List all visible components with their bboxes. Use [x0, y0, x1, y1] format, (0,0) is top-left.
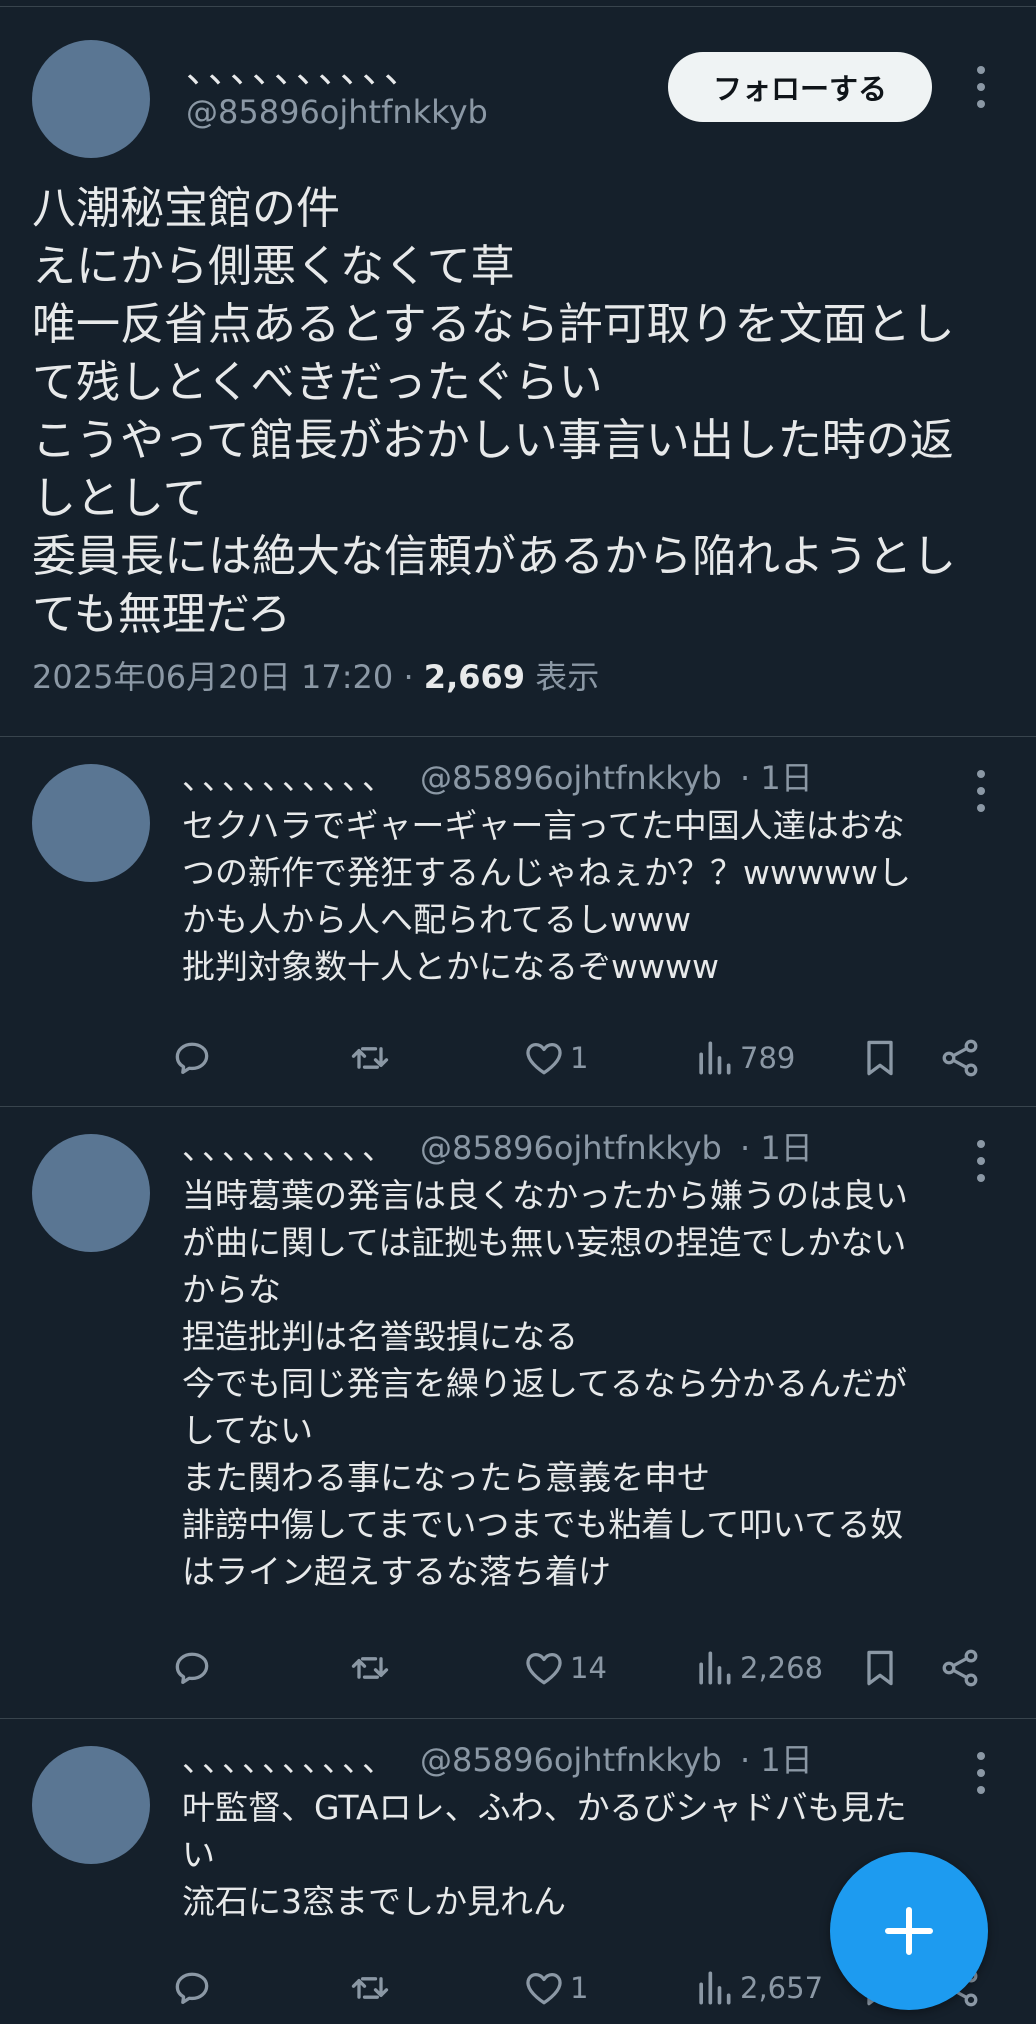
tweet-text-line: ても無理だろ [32, 589, 292, 640]
like-button[interactable]: 1 [522, 1958, 588, 2018]
bookmark-icon [867, 1040, 893, 1076]
reply-text-line: からな [182, 1270, 281, 1309]
bookmark-button[interactable] [858, 1028, 902, 1088]
share-button[interactable] [938, 1638, 982, 1698]
compose-button[interactable] [830, 1852, 988, 2010]
reply-text-line: 批判対象数十人とかになるぞwwww [182, 947, 719, 986]
bookmark-button[interactable] [858, 1638, 902, 1698]
reply-text-line: してない [182, 1411, 314, 1450]
reply-header: 、、、、、、、、、、 @85896ojhtfnkkyb · 1日 [182, 756, 813, 800]
reply-header: 、、、、、、、、、、 @85896ojhtfnkkyb · 1日 [182, 1738, 813, 1782]
reply-tweet[interactable]: 、、、、、、、、、、 @85896ojhtfnkkyb · 1日 セクハラでギャー… [0, 736, 1036, 1106]
view-count: 2,268 [740, 1651, 824, 1685]
heart-icon [526, 1652, 562, 1685]
view-count: 2,669 [423, 658, 526, 696]
tweet-text-line: 唯一反省点あるとするなら許可取りを文面とし [32, 299, 955, 350]
views-button[interactable]: 2,657 [692, 1958, 823, 2018]
share-icon [942, 1039, 978, 1077]
reply-icon [175, 1652, 209, 1684]
reply-text: 当時葛葉の発言は良くなかったから嫌うのは良い が曲に関しては証拠も無い妄想の捏造… [182, 1172, 1002, 1595]
reply-header: 、、、、、、、、、、 @85896ojhtfnkkyb · 1日 [182, 1126, 813, 1170]
reply-text-line: が曲に関しては証拠も無い妄想の捏造でしかない [182, 1223, 907, 1262]
reply-icon [175, 1042, 209, 1074]
bookmark-icon [867, 1650, 893, 1686]
meta-separator: · [403, 658, 414, 696]
avatar[interactable] [32, 764, 150, 882]
like-button[interactable]: 1 [522, 1028, 588, 1088]
author-handle[interactable]: @85896ojhtfnkkyb [420, 1129, 722, 1167]
reply-button[interactable] [170, 1958, 218, 2018]
plus-icon [885, 1907, 933, 1955]
reply-button[interactable] [170, 1638, 218, 1698]
reply-button[interactable] [170, 1028, 218, 1088]
repost-button[interactable] [348, 1638, 396, 1698]
relative-time: · 1日 [740, 759, 813, 797]
avatar[interactable] [32, 1134, 150, 1252]
tweet-text-line: えにから側悪くなくて草 [32, 241, 515, 292]
repost-button[interactable] [348, 1958, 396, 2018]
tweet-text-line: 八潮秘宝館の件 [32, 183, 340, 234]
reply-text-line: かも人から人へ配られてるしwww [182, 900, 691, 939]
view-count: 2,657 [740, 1971, 824, 2005]
analytics-icon [699, 1651, 731, 1685]
top-divider [0, 6, 1036, 7]
views-button[interactable]: 2,268 [692, 1638, 823, 1698]
like-count: 14 [570, 1651, 607, 1685]
repost-button[interactable] [348, 1028, 396, 1088]
avatar[interactable] [32, 1746, 150, 1864]
avatar[interactable] [32, 40, 150, 158]
author-name[interactable]: 、、、、、、、、、、 [182, 1129, 398, 1167]
follow-button[interactable]: フォローする [668, 52, 932, 122]
tweet-meta: 2025年06月20日 17:20 · 2,669 表示 [32, 656, 599, 698]
like-button[interactable]: 14 [522, 1638, 607, 1698]
reply-text: セクハラでギャーギャー言ってた中国人達はおな つの新作で発狂するんじゃねぇか？？… [182, 802, 1002, 990]
timestamp[interactable]: 2025年06月20日 17:20 [32, 658, 393, 696]
relative-time: · 1日 [740, 1129, 813, 1167]
analytics-icon [699, 1971, 731, 2005]
reply-text-line: 今でも同じ発言を繰り返してるなら分かるんだが [182, 1364, 908, 1403]
repost-icon [351, 1657, 389, 1679]
tweet-text-line: こうやって館長がおかしい事言い出した時の返 [32, 415, 954, 466]
author-name[interactable]: 、、、、、、、、、、 [182, 1741, 398, 1779]
tweet-text-line: 委員長には絶大な信頼があるから陥れようとし [32, 531, 956, 582]
heart-icon [526, 1042, 562, 1075]
reply-icon [175, 1972, 209, 2004]
repost-icon [351, 1977, 389, 1999]
tweet-text-line: て残しとくべきだったぐらい [32, 357, 603, 408]
like-count: 1 [570, 1971, 589, 2005]
reply-text-line: つの新作で発狂するんじゃねぇか？？wwwwwし [182, 853, 911, 892]
tweet-text: 八潮秘宝館の件 えにから側悪くなくて草 唯一反省点あるとするなら許可取りを文面と… [32, 180, 1002, 644]
heart-icon [526, 1972, 562, 2005]
view-count: 789 [740, 1041, 796, 1075]
views-button[interactable]: 789 [692, 1028, 795, 1088]
like-count: 1 [570, 1041, 589, 1075]
action-bar: 14 2,268 [170, 1638, 1000, 1698]
action-bar: 1 789 [170, 1028, 1000, 1088]
author-name[interactable]: 、、、、、、、、、、 [186, 48, 424, 94]
analytics-icon [699, 1041, 731, 1075]
relative-time: · 1日 [740, 1741, 813, 1779]
author-handle[interactable]: @85896ojhtfnkkyb [186, 92, 488, 132]
reply-text-line: 誹謗中傷してまでいつまでも粘着して叩いてる奴 [182, 1505, 904, 1544]
author-name[interactable]: 、、、、、、、、、、 [182, 759, 398, 797]
reply-text-line: セクハラでギャーギャー言ってた中国人達はおな [182, 806, 905, 845]
more-vertical-icon[interactable] [966, 62, 996, 112]
reply-text-line: 叶監督、GTAロレ、ふわ、かるびシャドバも見た [182, 1788, 907, 1827]
reply-text-line: 捏造批判は名誉毀損になる [182, 1317, 578, 1356]
view-label: 表示 [535, 658, 600, 696]
share-icon [942, 1649, 978, 1687]
author-handle[interactable]: @85896ojhtfnkkyb [420, 759, 722, 797]
tweet-text-line: しとして [32, 473, 207, 524]
reply-text-line: はライン超えするな落ち着け [182, 1552, 611, 1591]
reply-tweet[interactable]: 、、、、、、、、、、 @85896ojhtfnkkyb · 1日 当時葛葉の発言は… [0, 1106, 1036, 1718]
repost-icon [351, 1047, 389, 1069]
author-handle[interactable]: @85896ojhtfnkkyb [420, 1741, 722, 1779]
share-button[interactable] [938, 1028, 982, 1088]
reply-text-line: 当時葛葉の発言は良くなかったから嫌うのは良い [182, 1176, 908, 1215]
reply-text-line: また関わる事になったら意義を申せ [182, 1458, 710, 1497]
